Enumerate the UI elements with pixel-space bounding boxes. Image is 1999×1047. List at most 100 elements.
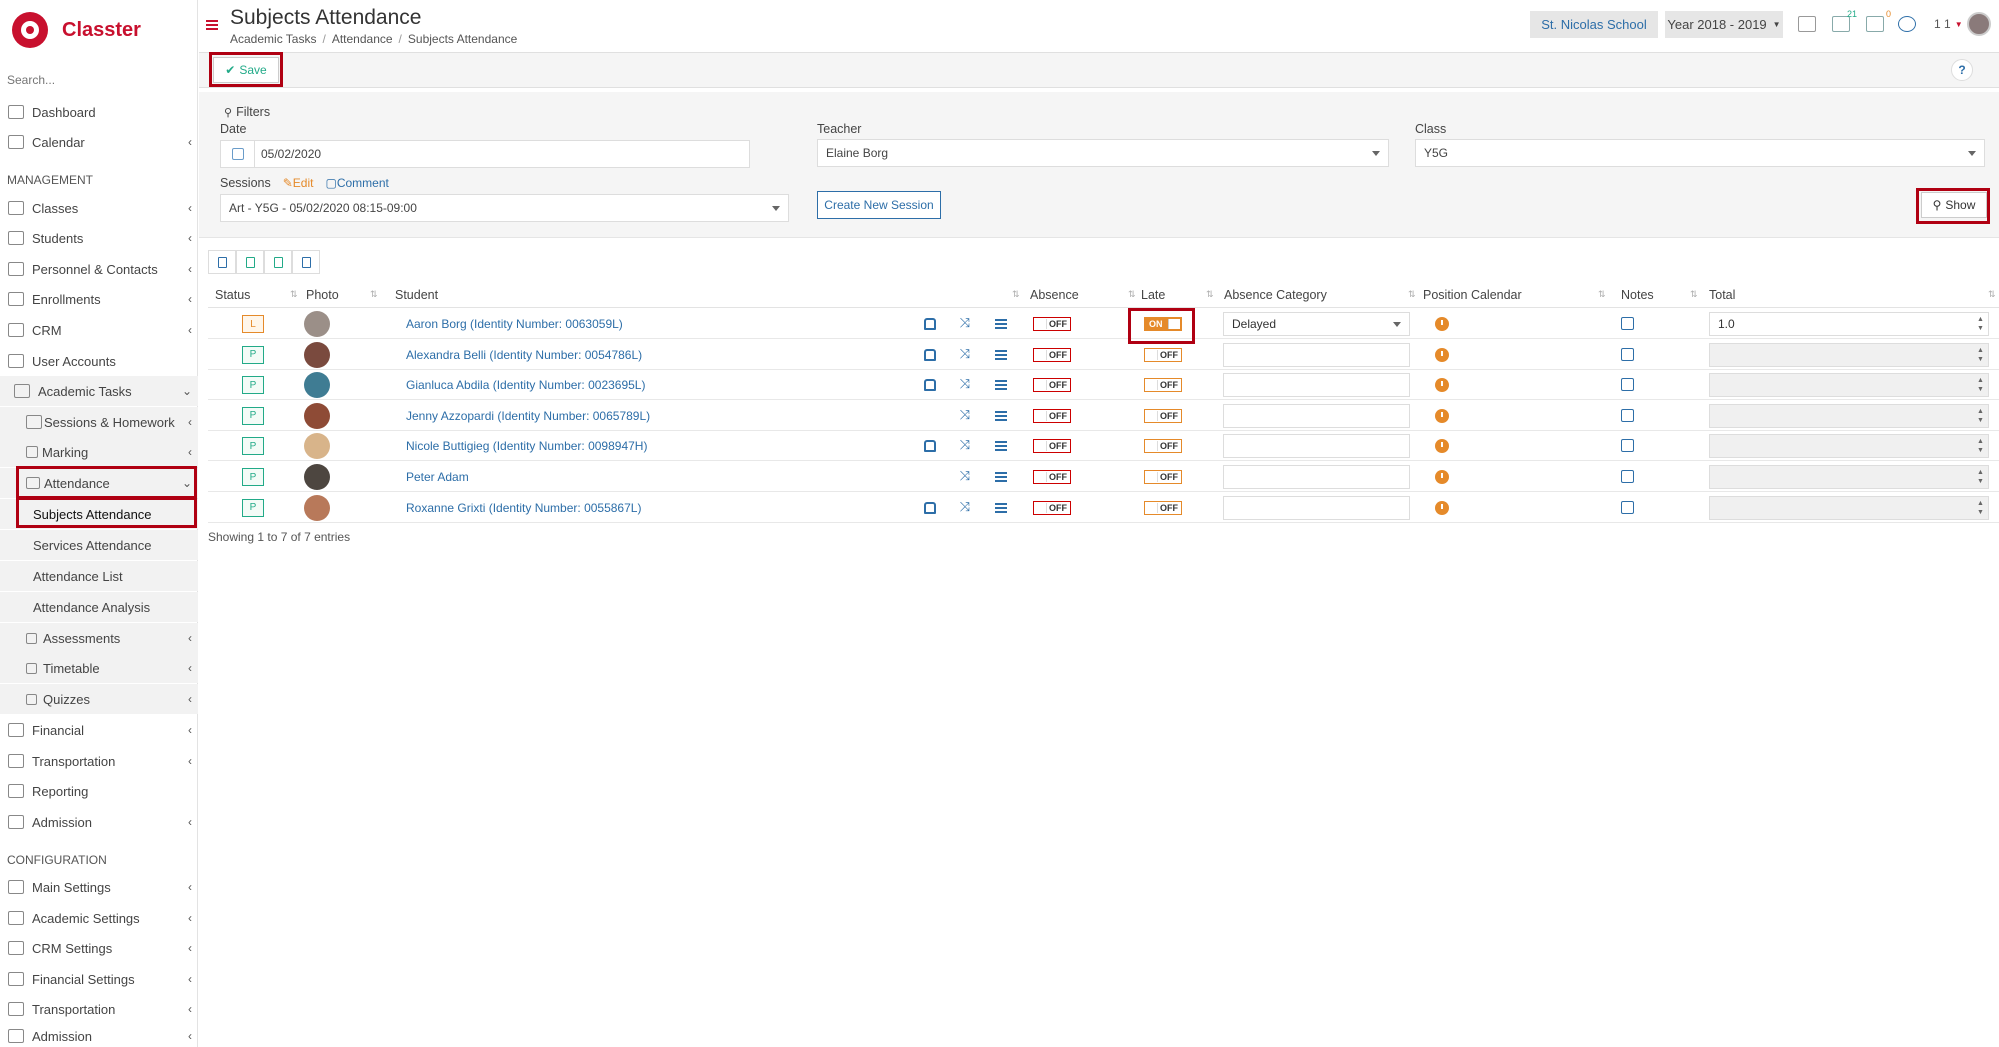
column-student[interactable]: Student: [395, 288, 438, 302]
sort-icon[interactable]: ⇅: [1128, 289, 1136, 300]
absence-toggle[interactable]: OFF: [1033, 408, 1071, 423]
column-photo[interactable]: Photo: [306, 288, 339, 302]
late-toggle[interactable]: OFF: [1144, 439, 1182, 454]
show-button[interactable]: ⚲ Show: [1921, 192, 1987, 218]
total-input[interactable]: ▲ ▼: [1709, 373, 1989, 398]
sort-icon[interactable]: ⇅: [1690, 289, 1698, 300]
clock-icon[interactable]: [1435, 470, 1449, 484]
spinner-icon[interactable]: ▲ ▼: [1976, 437, 1985, 455]
class-select[interactable]: Y5G: [1415, 139, 1985, 167]
spinner-icon[interactable]: ▲ ▼: [1976, 407, 1985, 425]
shuffle-icon[interactable]: ⤨: [958, 437, 972, 452]
student-name-link[interactable]: Jenny Azzopardi (Identity Number: 006578…: [406, 409, 650, 423]
sidebar-item-reporting[interactable]: Reporting: [0, 776, 198, 806]
sidebar-item-attendance-analysis[interactable]: Attendance Analysis: [0, 592, 198, 622]
sort-icon[interactable]: ⇅: [1598, 289, 1606, 300]
shuffle-icon[interactable]: ⤨: [958, 315, 972, 330]
sort-icon[interactable]: ⇅: [290, 289, 298, 300]
sidebar-item-services-attendance[interactable]: Services Attendance: [0, 530, 198, 560]
column-position-calendar[interactable]: Position Calendar: [1423, 288, 1522, 302]
sidebar-item-assessments[interactable]: Assessments ‹: [0, 623, 198, 653]
sidebar-item-sessions-homework[interactable]: Sessions & Homework ‹: [0, 407, 198, 437]
sort-icon[interactable]: ⇅: [1408, 289, 1416, 300]
messages-icon[interactable]: 21: [1832, 9, 1857, 32]
absence-toggle[interactable]: OFF: [1033, 317, 1071, 331]
total-input[interactable]: ▲ ▼: [1709, 434, 1989, 459]
edit-note-icon[interactable]: [1621, 378, 1634, 392]
mail-icon[interactable]: 0: [1866, 9, 1891, 32]
print-button[interactable]: [208, 250, 236, 274]
shuffle-icon[interactable]: ⤨: [958, 346, 972, 361]
clock-icon[interactable]: [1435, 408, 1449, 423]
absence-category-select[interactable]: [1223, 373, 1410, 398]
absence-category-select[interactable]: [1223, 403, 1410, 428]
sidebar-item-classes[interactable]: Classes ‹: [0, 193, 198, 223]
edit-session-link[interactable]: ✎Edit: [283, 176, 314, 190]
sidebar-item-admission-settings[interactable]: Admission ‹: [0, 1025, 198, 1047]
edit-note-icon[interactable]: [1621, 347, 1634, 361]
save-button[interactable]: ✔ Save: [213, 57, 279, 83]
total-input[interactable]: ▲ ▼: [1709, 495, 1989, 520]
bus-icon[interactable]: [924, 348, 936, 361]
sidebar-item-main-settings[interactable]: Main Settings ‹: [0, 872, 198, 902]
sort-icon[interactable]: ⇅: [370, 289, 378, 300]
list-icon[interactable]: [995, 410, 1007, 421]
sidebar-item-crm-settings[interactable]: CRM Settings ‹: [0, 933, 198, 963]
absence-category-select[interactable]: [1223, 434, 1410, 459]
list-icon[interactable]: [995, 380, 1007, 391]
absence-category-select[interactable]: [1223, 465, 1410, 489]
calendar-icon[interactable]: [221, 141, 255, 167]
sidebar-item-academic-tasks[interactable]: Academic Tasks ⌄: [0, 376, 198, 406]
late-toggle[interactable]: OFF: [1144, 500, 1182, 515]
sidebar-item-enrollments[interactable]: Enrollments ‹: [0, 284, 198, 314]
clock-icon[interactable]: [1435, 500, 1449, 515]
list-icon[interactable]: [995, 441, 1007, 452]
shuffle-icon[interactable]: ⤨: [958, 499, 972, 514]
user-add-icon[interactable]: [1898, 16, 1916, 32]
breadcrumb-academic-tasks[interactable]: Academic Tasks: [230, 32, 316, 46]
sidebar-item-subjects-attendance[interactable]: Subjects Attendance: [0, 499, 198, 529]
app-logo[interactable]: Classter: [12, 10, 141, 50]
late-toggle[interactable]: OFF: [1144, 378, 1182, 393]
student-name-link[interactable]: Alexandra Belli (Identity Number: 005478…: [406, 348, 642, 362]
late-toggle[interactable]: OFF: [1144, 470, 1182, 484]
session-select[interactable]: Art - Y5G - 05/02/2020 08:15-09:00: [220, 194, 789, 222]
copy-button[interactable]: [292, 250, 320, 274]
school-selector-button[interactable]: St. Nicolas School: [1530, 11, 1658, 38]
absence-toggle[interactable]: OFF: [1033, 378, 1071, 393]
absence-toggle[interactable]: OFF: [1033, 470, 1071, 484]
sidebar-item-transportation-settings[interactable]: Transportation ‹: [0, 994, 198, 1024]
absence-toggle[interactable]: OFF: [1033, 500, 1071, 515]
sidebar-item-quizzes[interactable]: Quizzes ‹: [0, 684, 198, 714]
sidebar-item-calendar[interactable]: Calendar ‹: [0, 127, 198, 157]
sort-icon[interactable]: ⇅: [1012, 289, 1020, 300]
shuffle-icon[interactable]: ⤨: [958, 376, 972, 391]
sidebar-item-academic-settings[interactable]: Academic Settings ‹: [0, 903, 198, 933]
sidebar-item-user-accounts[interactable]: User Accounts: [0, 346, 198, 376]
sidebar-item-marking[interactable]: Marking ‹: [0, 437, 198, 467]
avatar[interactable]: [1966, 12, 1991, 36]
export-pdf-button[interactable]: [264, 250, 292, 274]
year-selector-button[interactable]: Year 2018 - 2019 ▼: [1665, 11, 1783, 38]
sort-icon[interactable]: ⇅: [1206, 289, 1214, 300]
shuffle-icon[interactable]: ⤨: [958, 468, 972, 483]
clock-icon[interactable]: [1435, 317, 1449, 331]
clock-icon[interactable]: [1435, 378, 1449, 393]
absence-toggle[interactable]: OFF: [1033, 439, 1071, 454]
hamburger-menu-icon[interactable]: [206, 20, 218, 30]
clock-icon[interactable]: [1435, 347, 1449, 362]
late-toggle[interactable]: ON: [1144, 317, 1182, 331]
spinner-icon[interactable]: ▲ ▼: [1976, 499, 1985, 517]
spinner-icon[interactable]: ▲ ▼: [1976, 346, 1985, 364]
absence-toggle[interactable]: OFF: [1033, 347, 1071, 362]
bus-icon[interactable]: [924, 501, 936, 514]
help-button[interactable]: ?: [1951, 59, 1973, 81]
export-excel-button[interactable]: [236, 250, 264, 274]
teacher-select[interactable]: Elaine Borg: [817, 139, 1389, 167]
list-icon[interactable]: [995, 472, 1007, 482]
sidebar-search-input[interactable]: [7, 70, 187, 90]
sort-icon[interactable]: ⇅: [1988, 289, 1996, 300]
list-icon[interactable]: [995, 319, 1007, 329]
sidebar-item-financial[interactable]: Financial ‹: [0, 715, 198, 745]
list-icon[interactable]: [995, 349, 1007, 360]
